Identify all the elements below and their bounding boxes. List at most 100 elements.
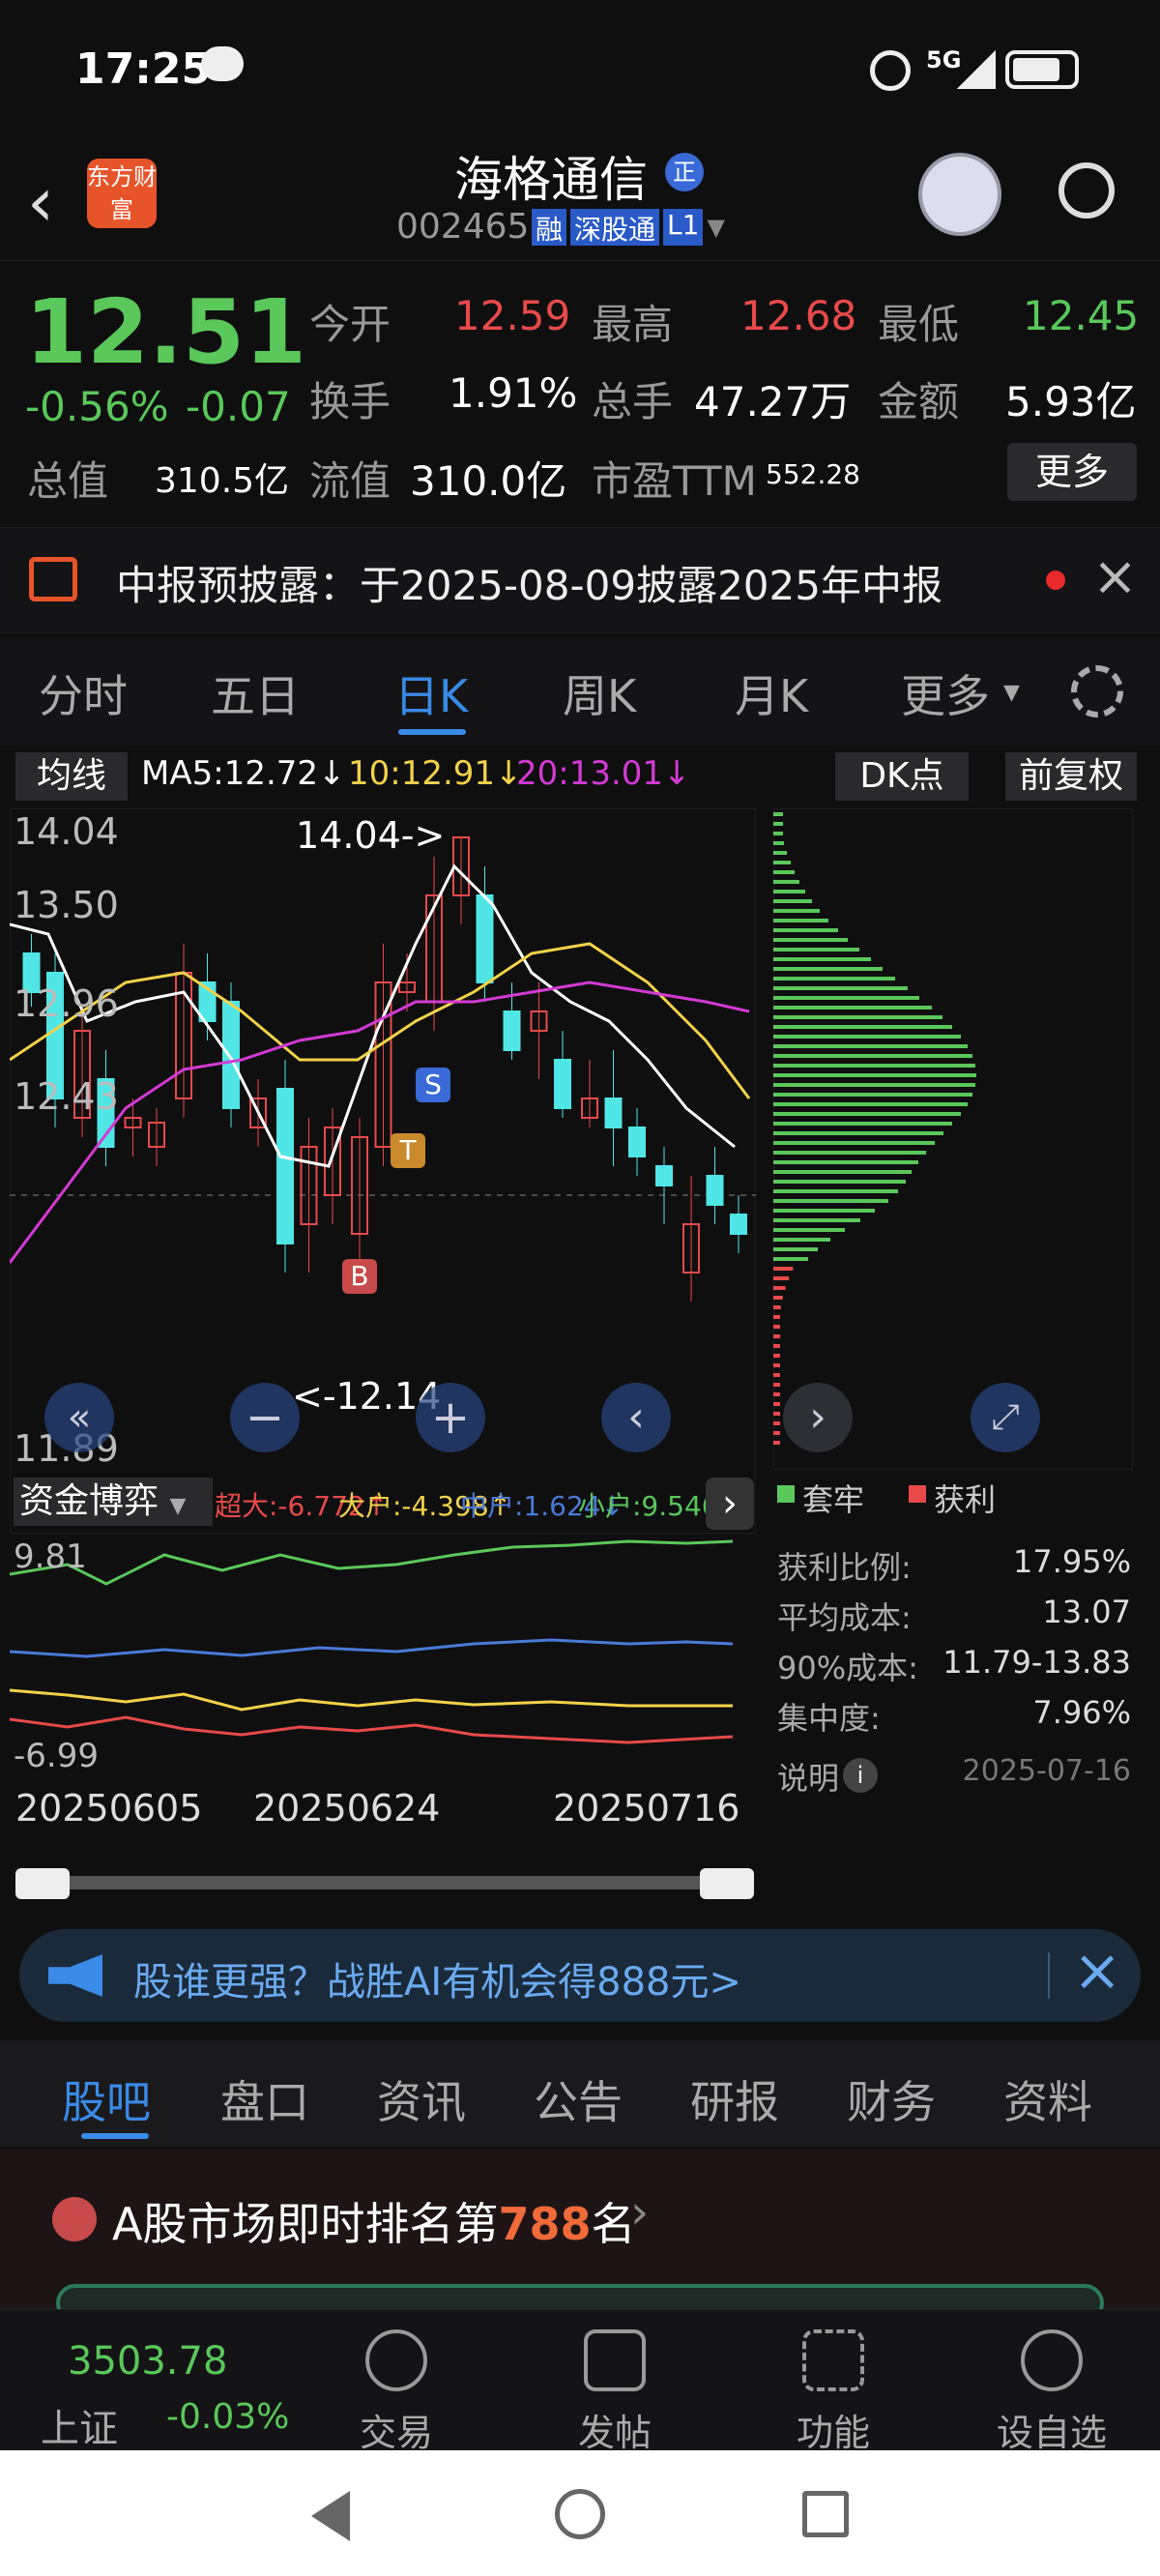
avg-cost-label: 平均成本: (777, 1599, 912, 1636)
home-nav-icon[interactable] (555, 2489, 605, 2539)
price-adjust-button[interactable]: 前复权 (1005, 752, 1137, 801)
t-marker[interactable]: T (391, 1133, 425, 1168)
margin-tag: 融 (532, 209, 567, 246)
notice-text: 中报预披露：于2025-08-09披露2025年中报 (116, 562, 942, 609)
ma-selector[interactable]: 均线 (15, 752, 128, 801)
change-amount: -0.07 (186, 383, 291, 430)
index-name[interactable]: 上证 (41, 2397, 118, 2453)
active-tab-indicator (398, 729, 466, 735)
tab-research[interactable]: 研报 (690, 2067, 779, 2131)
profit-legend-swatch (909, 1485, 926, 1503)
open-value: 12.59 (454, 292, 571, 339)
scroll-left-fast-icon[interactable]: « (44, 1383, 114, 1452)
chip-bar (773, 1402, 780, 1406)
unread-dot-icon (1046, 571, 1065, 590)
system-nav-bar (0, 2450, 1160, 2576)
tab-monthly-k[interactable]: 月K (735, 661, 808, 725)
tab-orderbook[interactable]: 盘口 (220, 2067, 309, 2131)
chip-bar (773, 1296, 783, 1300)
close-icon[interactable]: × (1092, 545, 1138, 608)
chip-bar (773, 1131, 943, 1135)
rank-card[interactable]: A股市场即时排名第788名 › (0, 2149, 1160, 2323)
tab-finance[interactable]: 财务 (847, 2067, 936, 2131)
profit-ratio-value: 17.95% (1012, 1543, 1131, 1580)
zoom-out-icon[interactable]: − (230, 1383, 300, 1452)
chip-bar (773, 1073, 976, 1077)
notice-bar[interactable]: 中报预披露：于2025-08-09披露2025年中报 × (0, 527, 1160, 633)
edit-icon (584, 2329, 646, 2391)
promo-close-icon[interactable]: × (1073, 1937, 1121, 2005)
index-change[interactable]: -0.03% (166, 2397, 289, 2437)
tab-weekly-k[interactable]: 周K (563, 661, 636, 725)
tab-news[interactable]: 资讯 (377, 2067, 466, 2131)
chip-bar (773, 1199, 888, 1203)
dock-post[interactable]: 发帖 (537, 2329, 692, 2456)
more-button[interactable]: 更多 (1007, 443, 1137, 501)
active-info-tab-indicator (81, 2133, 149, 2139)
date-start: 20250605 (15, 1787, 203, 1830)
chip-bar (773, 1044, 968, 1048)
candle (655, 1165, 673, 1186)
tab-profile[interactable]: 资料 (1003, 2067, 1092, 2131)
chip-bar (773, 1441, 780, 1445)
float-cap-label: 流值 (309, 457, 392, 505)
chip-bar (773, 890, 805, 893)
candle (554, 1059, 571, 1109)
rank-number: 788 (498, 2198, 592, 2250)
chart-area: 均线 MA5:12.72↓ 10:12.91↓ 20:13.01↓ DK点 前复… (0, 745, 1160, 1899)
chip-bar (773, 1064, 975, 1068)
tab-announcements[interactable]: 公告 (534, 2067, 623, 2131)
gear-icon[interactable] (1071, 665, 1123, 717)
flow-expand-icon[interactable]: › (706, 1478, 754, 1530)
chip-bar (773, 1421, 780, 1425)
scroll-left-icon[interactable]: ‹ (601, 1383, 671, 1452)
y-label-top: 14.04 (14, 810, 119, 853)
chip-bar (773, 977, 895, 981)
dk-point-button[interactable]: DK点 (835, 752, 969, 801)
note-label[interactable]: 说明 (777, 1754, 839, 1799)
app-logo[interactable]: 东方财富 (87, 159, 157, 228)
back-nav-icon[interactable] (311, 2491, 350, 2541)
chip-bar (773, 822, 783, 826)
status-bar: 17:25 5G (0, 0, 1160, 135)
search-icon[interactable] (1058, 162, 1115, 219)
chip-bar (773, 996, 919, 1000)
range-slider-track[interactable] (19, 1876, 754, 1889)
chip-bar (773, 1373, 780, 1377)
chip-bar (773, 1083, 975, 1087)
dock-watchlist[interactable]: 设自选 (974, 2329, 1129, 2456)
high-marker-label: 14.04-> (296, 814, 446, 857)
fund-flow-chart[interactable] (10, 1536, 756, 1787)
candle (476, 894, 494, 983)
chip-date: 2025-07-16 (962, 1754, 1131, 1788)
zoom-in-icon[interactable]: + (416, 1383, 485, 1452)
range-handle-left[interactable] (15, 1868, 70, 1899)
tab-intraday[interactable]: 分时 (39, 661, 128, 725)
buy-marker[interactable]: B (342, 1259, 377, 1294)
ma20-label: 20:13.01↓ (516, 754, 691, 793)
promo-divider (1048, 1952, 1050, 1999)
chip-bar (773, 899, 812, 903)
dock-functions[interactable]: 功能 (756, 2329, 911, 2456)
level-tag: L1 (663, 209, 704, 246)
chip-bar (773, 1180, 906, 1184)
dock-trade[interactable]: 交易 (319, 2329, 474, 2456)
range-handle-right[interactable] (700, 1868, 754, 1899)
chip-bar (773, 1344, 780, 1348)
recents-nav-icon[interactable] (802, 2491, 849, 2537)
flow-selector[interactable]: 资金博弈 ▼ (14, 1478, 213, 1526)
sell-marker[interactable]: S (416, 1068, 450, 1102)
tab-forum[interactable]: 股吧 (62, 2067, 151, 2131)
info-icon[interactable]: i (843, 1758, 878, 1793)
index-value[interactable]: 3503.78 (68, 2339, 227, 2384)
promo-banner[interactable]: 股谁更强？战胜AI有机会得888元> × (19, 1929, 1141, 2022)
robot-assistant-icon[interactable] (918, 153, 1001, 236)
chip-bar (773, 1189, 898, 1193)
tab-daily-k[interactable]: 日K (394, 661, 468, 725)
tab-more[interactable]: 更多 (901, 661, 990, 725)
info-tabs: 股吧 盘口 资讯 公告 研报 财务 资料 (0, 2040, 1160, 2147)
tab-five-day[interactable]: 五日 (211, 661, 300, 725)
rank-text: A股市场即时排名第788名 (112, 2189, 636, 2253)
back-icon[interactable]: ‹ (27, 162, 54, 242)
stock-tags[interactable]: 融 深股通 L1 ▼ (532, 209, 725, 246)
